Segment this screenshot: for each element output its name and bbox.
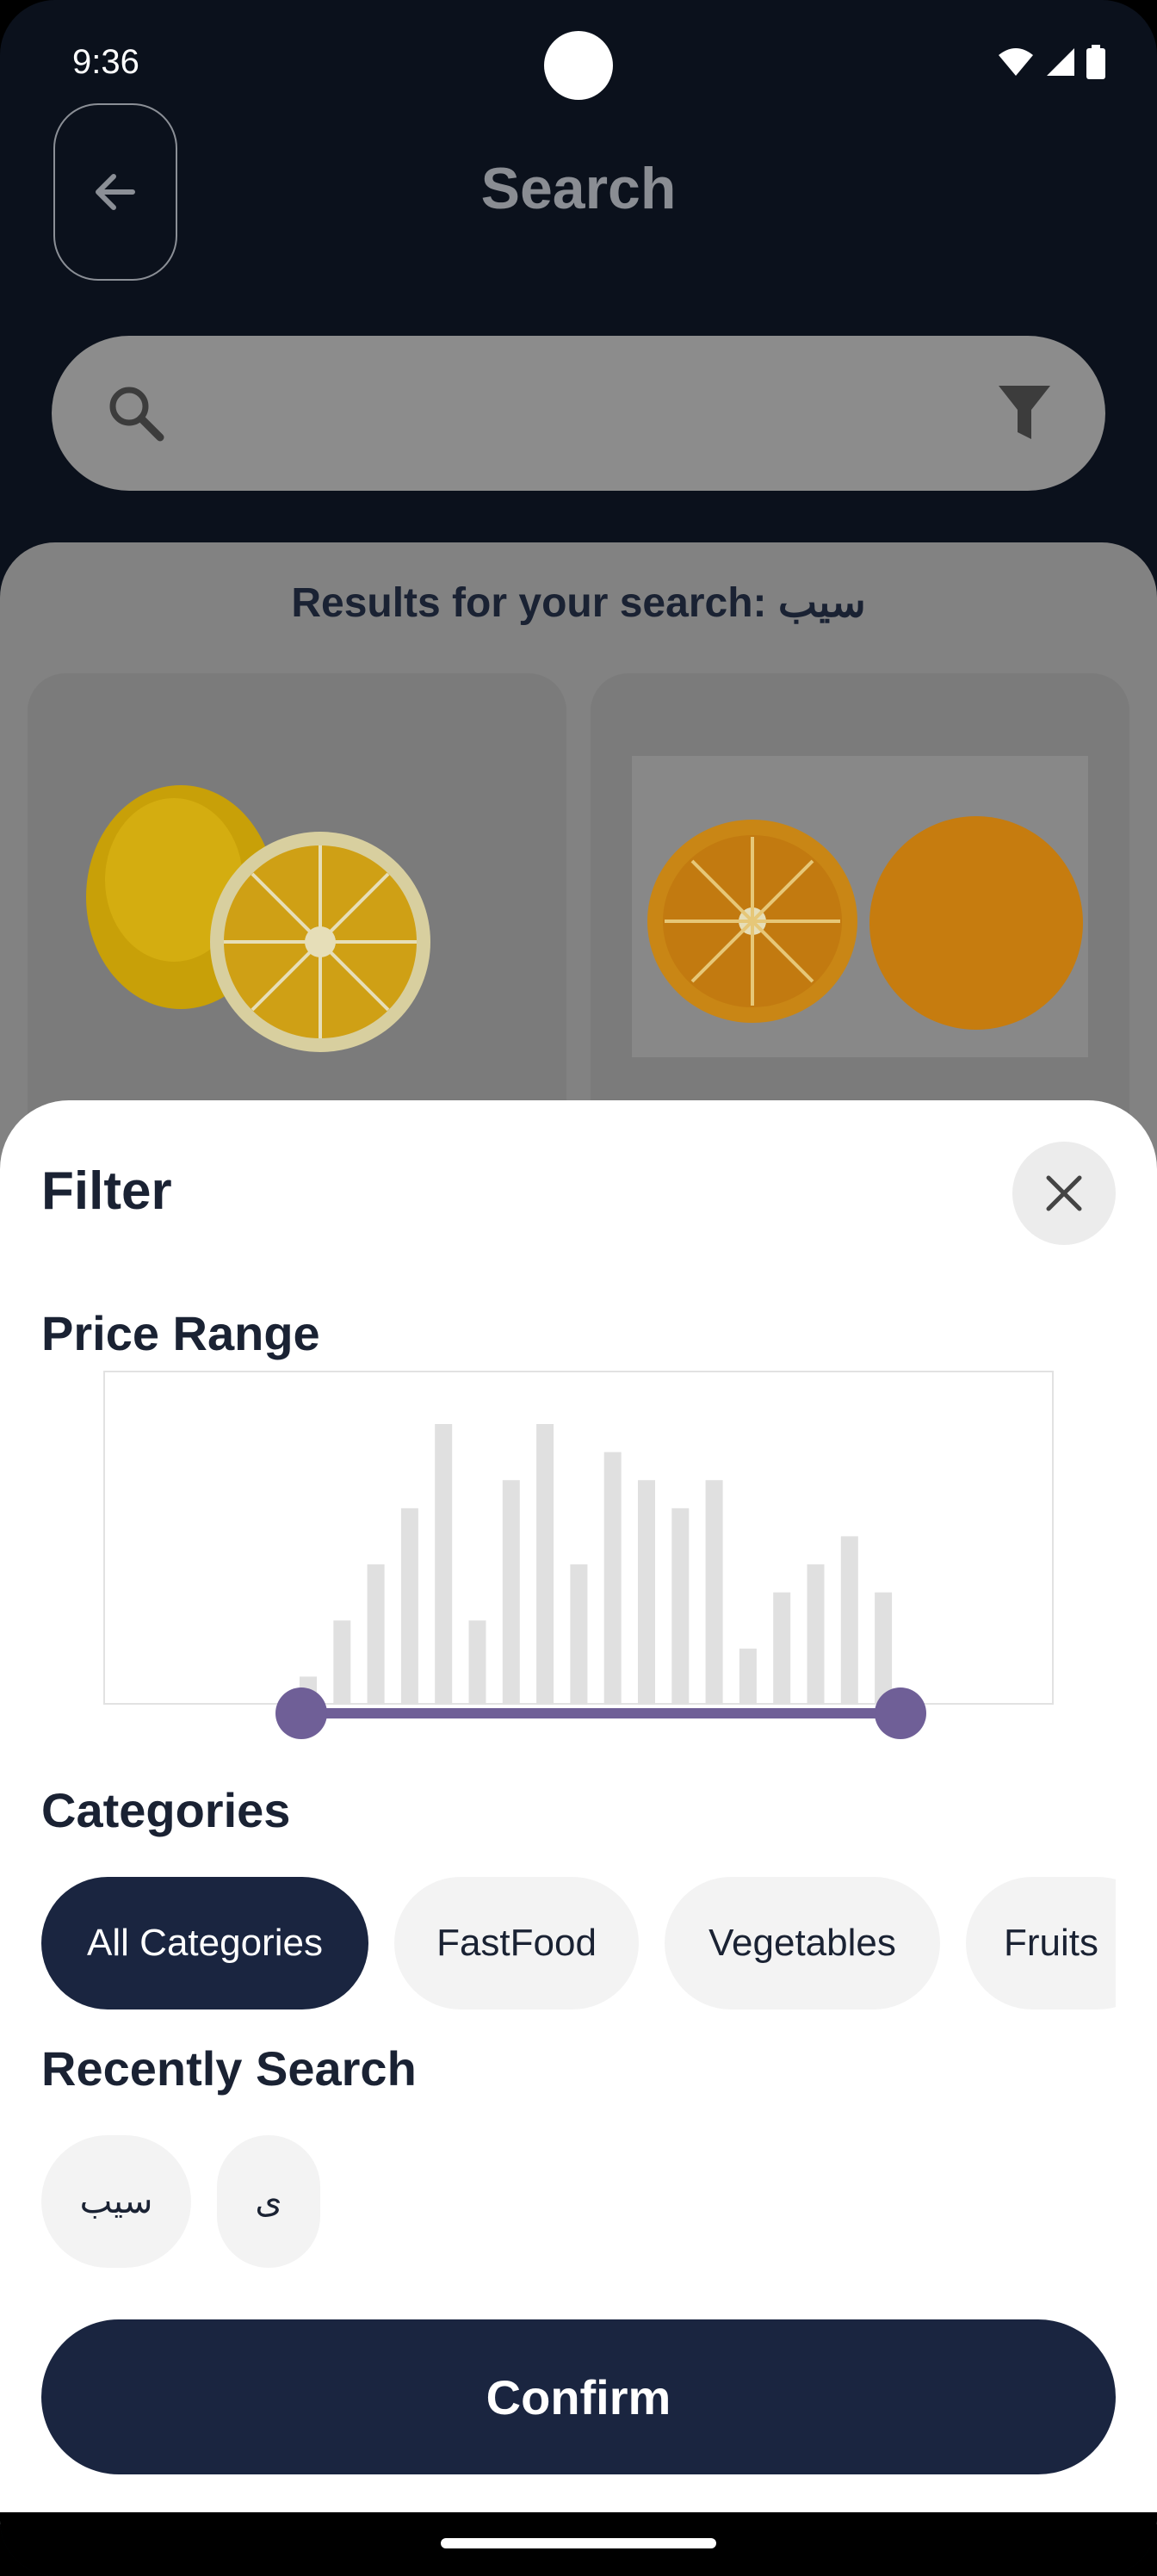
histogram-bar xyxy=(705,1480,723,1705)
page-title: Search xyxy=(480,156,677,221)
filter-icon[interactable] xyxy=(997,384,1052,441)
chip-fruits[interactable]: Fruits xyxy=(966,1877,1116,2009)
histogram-bar xyxy=(638,1480,655,1705)
chip-vegetables[interactable]: Vegetables xyxy=(665,1877,940,2009)
histogram-bar xyxy=(671,1508,690,1705)
wifi-icon xyxy=(999,48,1033,76)
price-min-handle[interactable] xyxy=(275,1687,327,1739)
histogram-bar xyxy=(807,1564,825,1705)
close-icon xyxy=(1046,1175,1082,1211)
price-max-handle[interactable] xyxy=(875,1687,926,1739)
battery-icon xyxy=(1086,45,1105,79)
home-indicator[interactable] xyxy=(441,2538,716,2548)
histogram-bar xyxy=(367,1564,385,1705)
product-card[interactable] xyxy=(28,673,566,1155)
price-histogram xyxy=(103,1371,1054,1739)
search-icon xyxy=(109,387,164,442)
histogram-bar xyxy=(400,1508,418,1705)
close-button[interactable] xyxy=(1012,1142,1116,1245)
recent-search-chip[interactable]: سیب xyxy=(41,2135,191,2268)
histogram-bar xyxy=(536,1424,554,1705)
app-header: Search xyxy=(0,103,1157,284)
search-input[interactable] xyxy=(52,336,1105,491)
system-icons xyxy=(997,45,1105,79)
lemon-image xyxy=(86,785,430,1052)
histogram-bar xyxy=(468,1620,486,1705)
histogram-bar xyxy=(333,1620,351,1705)
confirm-button[interactable]: Confirm xyxy=(41,2319,1116,2474)
histogram-bar xyxy=(840,1536,858,1705)
orange-image xyxy=(647,816,1083,1030)
recent-search-chip[interactable]: ی xyxy=(217,2135,320,2268)
histogram-bar xyxy=(603,1452,622,1705)
histogram-bar xyxy=(435,1424,453,1705)
sheet-title: Filter xyxy=(41,1161,172,1221)
histogram-bar xyxy=(773,1592,791,1705)
histogram-bar xyxy=(875,1592,893,1705)
navigation-bar xyxy=(0,2512,1157,2576)
app-screen: 9:36 Search Results for your search: سیب xyxy=(0,0,1157,2576)
histogram-bar xyxy=(502,1480,520,1705)
status-time: 9:36 xyxy=(72,43,139,81)
filter-sheet: Filter Price Range Categories All Catego… xyxy=(0,1100,1157,2524)
price-histogram-chart xyxy=(275,1424,926,1739)
results-title: Results for your search: سیب xyxy=(291,580,866,626)
histogram-bar xyxy=(570,1564,588,1705)
categories-label: Categories xyxy=(41,1783,291,1837)
camera-cutout xyxy=(544,31,613,100)
recent-search-label: Recently Search xyxy=(41,2041,417,2096)
categories-chips: All Categories FastFood Vegetables Fruit… xyxy=(41,1877,1116,2009)
signal-icon xyxy=(1047,48,1074,76)
chip-all-categories[interactable]: All Categories xyxy=(41,1877,368,2009)
product-card[interactable] xyxy=(591,673,1129,1155)
price-range-label: Price Range xyxy=(41,1306,320,1360)
histogram-bar xyxy=(739,1648,757,1705)
chip-fastfood[interactable]: FastFood xyxy=(394,1877,639,2009)
